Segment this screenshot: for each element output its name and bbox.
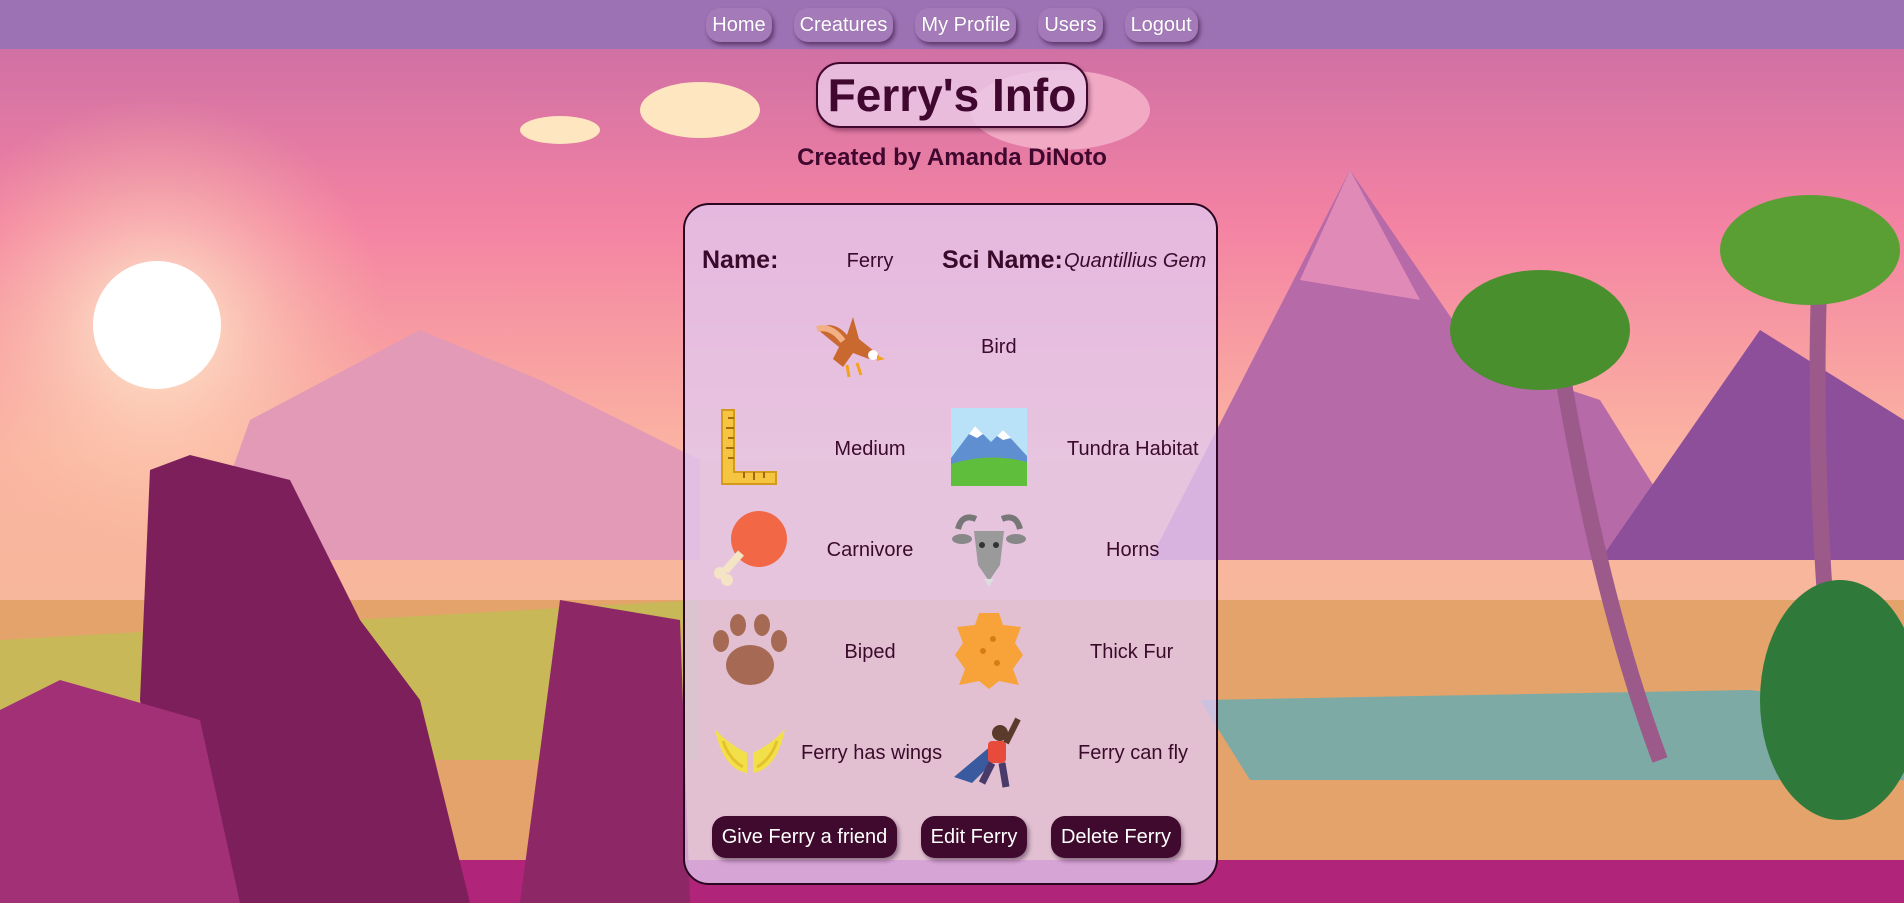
creature-flight: Ferry can fly [1078,742,1189,764]
nav-creatures-link[interactable]: Creatures [793,7,894,42]
eagle-icon [816,317,885,378]
creature-diet: Carnivore [826,539,914,561]
page-subtitle: Created by Amanda DiNoto [797,144,1107,171]
ruler-icon [721,409,777,485]
delete-button[interactable]: Delete Ferry [1051,816,1181,858]
nav-my-profile-link[interactable]: My Profile [915,7,1017,42]
top-navbar: Home Creatures My Profile Users Logout [0,0,1904,49]
superhero-icon [954,717,1021,788]
creature-type: Bird [981,336,1017,358]
creature-sci-name: Quantillius Gem [1064,250,1207,272]
sci-name-label: Sci Name: [942,246,1063,274]
nav-home-link[interactable]: Home [706,7,772,42]
meat-drumstick-icon [714,511,787,586]
creature-info-card: Name: Ferry Sci Name: Quantillius Gem Bi… [683,203,1218,885]
goat-icon [952,514,1026,587]
creature-habitat: Tundra Habitat [1067,438,1199,460]
nav-users-link[interactable]: Users [1038,7,1103,42]
creature-wings: Ferry has wings [801,742,943,764]
give-friend-button[interactable]: Give Ferry a friend [712,816,897,858]
creature-feature: Horns [1106,539,1160,561]
fur-pelt-icon [955,613,1023,689]
mountain-icon [951,408,1027,486]
creature-covering: Thick Fur [1090,641,1174,663]
wings-icon [715,729,785,773]
edit-button[interactable]: Edit Ferry [921,816,1027,858]
creature-movement: Biped [844,641,896,663]
page-title: Ferry's Info [815,62,1089,128]
nav-logout-link[interactable]: Logout [1124,7,1198,42]
creature-name: Ferry [846,250,894,272]
name-label: Name: [702,246,779,274]
creature-size: Medium [834,438,906,460]
paw-print-icon [713,614,787,685]
title-container: Ferry's Info [0,62,1904,128]
